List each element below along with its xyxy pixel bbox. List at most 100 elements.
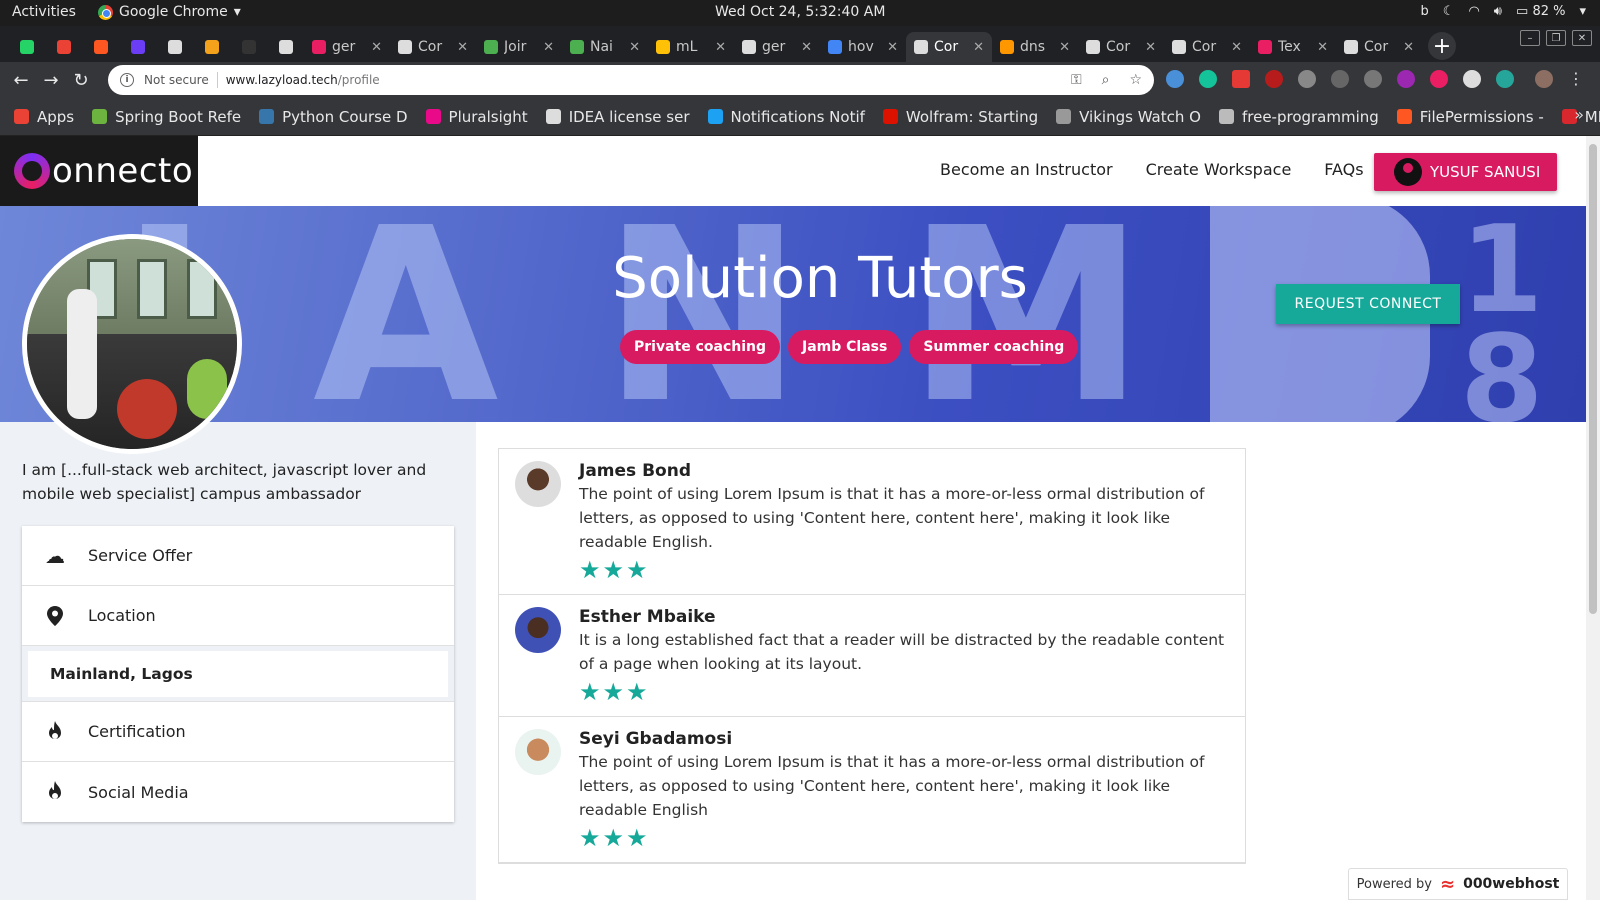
forward-icon[interactable]: → (36, 70, 66, 91)
bookmark-item[interactable]: Apps (14, 108, 74, 126)
page-scrollbar[interactable] (1586, 136, 1600, 900)
bookmark-item[interactable]: Spring Boot Refe (92, 108, 241, 126)
restore-icon[interactable]: ❐ (1546, 30, 1566, 46)
bookmark-label: Vikings Watch O (1079, 107, 1201, 126)
browser-tab[interactable]: dns ✕ (992, 32, 1078, 62)
close-tab-icon[interactable]: ✕ (629, 40, 640, 55)
user-avatar-icon (1394, 158, 1422, 186)
react-devtools-icon[interactable] (1496, 70, 1514, 88)
close-tab-icon[interactable]: ✕ (543, 40, 554, 55)
battery-icon: ▭ (1516, 4, 1529, 19)
activities-button[interactable]: Activities (12, 4, 76, 20)
browser-tab[interactable]: Cor ✕ (1078, 32, 1164, 62)
formula-icon[interactable] (1331, 70, 1349, 88)
browser-tab[interactable] (82, 32, 119, 62)
bookmark-item[interactable]: FilePermissions - (1396, 108, 1544, 126)
extension-icon[interactable] (1364, 70, 1382, 88)
menu-certification[interactable]: Certification (22, 702, 454, 762)
browser-tab[interactable] (8, 32, 45, 62)
bookmark-item[interactable]: free-programming (1218, 108, 1379, 126)
close-tab-icon[interactable]: ✕ (1231, 40, 1242, 55)
window-controls: – ❐ ✕ (1520, 30, 1592, 46)
extension-icon[interactable] (1463, 70, 1481, 88)
nav-faqs[interactable]: FAQs (1324, 160, 1363, 179)
bookmark-item[interactable]: IDEA license ser (545, 108, 690, 126)
browser-tab[interactable]: Tex ✕ (1250, 32, 1336, 62)
bookmark-item[interactable]: Wolfram: Starting (882, 108, 1038, 126)
nav-create-workspace[interactable]: Create Workspace (1146, 160, 1292, 179)
user-menu-button[interactable]: YUSUF SANUSI (1374, 153, 1557, 191)
info-icon[interactable]: i (120, 73, 134, 87)
powered-by-badge[interactable]: Powered by ≈ 000webhost (1348, 868, 1568, 900)
tag-chip[interactable]: Jamb Class (788, 330, 902, 364)
menu-icon[interactable]: ⋮ (1568, 70, 1584, 88)
scrollbar-thumb[interactable] (1589, 144, 1597, 614)
extension-icon[interactable] (1298, 70, 1316, 88)
close-tab-icon[interactable]: ✕ (801, 40, 812, 55)
browser-tab[interactable]: Cor ✕ (1164, 32, 1250, 62)
browser-tab[interactable]: ger ✕ (734, 32, 820, 62)
close-tab-icon[interactable]: ✕ (715, 40, 726, 55)
menu-service-offer[interactable]: ☁︎ Service Offer (22, 526, 454, 586)
key-icon[interactable]: ⚿ (1071, 72, 1082, 88)
browser-tab[interactable]: Nai ✕ (562, 32, 648, 62)
back-icon[interactable]: ← (6, 70, 36, 91)
browser-tab[interactable]: Joir ✕ (476, 32, 562, 62)
menu-social-media[interactable]: Social Media (22, 762, 454, 822)
close-tab-icon[interactable]: ✕ (1403, 40, 1414, 55)
browser-tab[interactable]: mL ✕ (648, 32, 734, 62)
bookmark-favicon-icon (259, 109, 275, 124)
browser-tab[interactable] (119, 32, 156, 62)
browser-tab[interactable]: ger ✕ (304, 32, 390, 62)
bookmark-item[interactable]: Pluralsight (425, 108, 528, 126)
extension-icon[interactable] (1232, 70, 1250, 88)
close-tab-icon[interactable]: ✕ (887, 40, 898, 55)
browser-tab[interactable] (193, 32, 230, 62)
close-tab-icon[interactable]: ✕ (457, 40, 468, 55)
new-tab-button[interactable]: + (1428, 32, 1456, 60)
extension-icon[interactable] (1430, 70, 1448, 88)
close-tab-icon[interactable]: ✕ (1317, 40, 1328, 55)
tab-title: hov (848, 39, 874, 55)
profile-avatar[interactable] (1535, 70, 1553, 88)
menu-location[interactable]: Location (22, 586, 454, 646)
request-connect-button[interactable]: REQUEST CONNECT (1276, 284, 1460, 324)
browser-tab[interactable] (230, 32, 267, 62)
nav-become-instructor[interactable]: Become an Instructor (940, 160, 1113, 179)
zoom-icon[interactable]: ⌕ (1102, 72, 1110, 88)
address-bar[interactable]: i Not secure www.lazyload.tech/profile ⚿… (108, 65, 1154, 95)
bookmark-item[interactable]: Vikings Watch O (1056, 108, 1201, 126)
extension-icon[interactable] (1166, 70, 1184, 88)
browser-tab[interactable]: Cor ✕ (390, 32, 476, 62)
tag-chip[interactable]: Summer coaching (909, 330, 1079, 364)
extension-icon[interactable] (1397, 70, 1415, 88)
close-tab-icon[interactable]: ✕ (1145, 40, 1156, 55)
minimize-icon[interactable]: – (1520, 30, 1540, 46)
browser-tab[interactable] (156, 32, 193, 62)
app-menu[interactable]: Google Chrome ▾ (98, 4, 241, 20)
tag-chip[interactable]: Private coaching (620, 330, 781, 364)
close-tab-icon[interactable]: ✕ (371, 40, 382, 55)
reviews-list: James Bond The point of using Lorem Ipsu… (498, 448, 1246, 864)
system-tray[interactable]: b ☾ ◠ 🔊︎ ▭ 82 % ▾ (1421, 4, 1586, 19)
browser-tab[interactable]: hov ✕ (820, 32, 906, 62)
ublock-icon[interactable] (1265, 70, 1283, 88)
browser-tab[interactable] (45, 32, 82, 62)
chevron-right-icon[interactable]: » (1574, 105, 1584, 124)
reload-icon[interactable]: ↻ (66, 70, 96, 91)
star-icon[interactable]: ☆ (1129, 72, 1142, 88)
close-window-icon[interactable]: ✕ (1572, 30, 1592, 46)
close-tab-icon[interactable]: ✕ (1059, 40, 1070, 55)
bookmark-item[interactable]: Notifications Notif (707, 108, 865, 126)
tab-active[interactable]: Cor ✕ (906, 32, 992, 62)
grammarly-icon[interactable] (1199, 70, 1217, 88)
bing-icon[interactable]: b (1421, 4, 1429, 19)
tab-title: Nai (590, 39, 613, 55)
browser-tab[interactable] (267, 32, 304, 62)
bookmark-item[interactable]: Python Course D (259, 108, 408, 126)
browser-tab[interactable]: Cor ✕ (1336, 32, 1422, 62)
tab-favicon-icon (914, 40, 928, 54)
clock[interactable]: Wed Oct 24, 5:32:40 AM (715, 4, 885, 20)
site-logo[interactable]: onnecto (0, 136, 198, 206)
close-tab-icon[interactable]: ✕ (973, 40, 984, 55)
